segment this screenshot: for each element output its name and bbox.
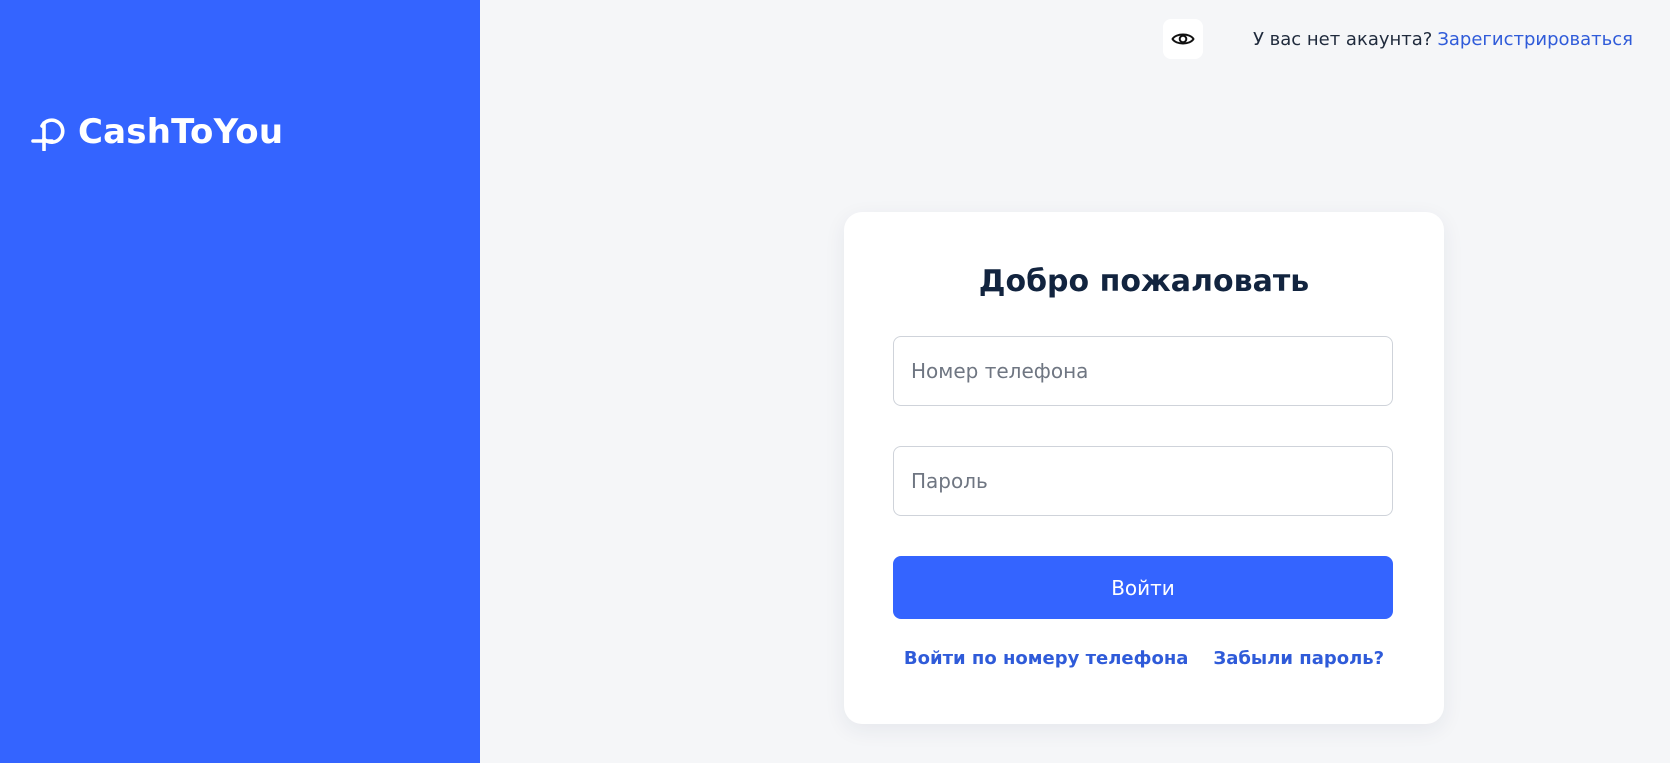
signup-link[interactable]: Зарегистрироваться bbox=[1437, 29, 1633, 50]
ruble-coin-icon bbox=[31, 118, 65, 151]
no-account-text: У вас нет акаунта? bbox=[1252, 28, 1433, 50]
logo[interactable]: CashToYou bbox=[30, 112, 283, 152]
brand-panel: CashToYou bbox=[0, 0, 480, 763]
page-title: Добро пожаловать bbox=[978, 264, 1310, 299]
password-input[interactable] bbox=[893, 446, 1393, 516]
eye-icon bbox=[1171, 33, 1195, 45]
auth-links: Войти по номеру телефона Забыли пароль? bbox=[844, 648, 1444, 669]
login-button[interactable]: Войти bbox=[893, 556, 1393, 619]
theme-toggle-button[interactable] bbox=[1162, 19, 1203, 59]
phone-login-link[interactable]: Войти по номеру телефона bbox=[904, 648, 1189, 669]
phone-input[interactable] bbox=[893, 336, 1393, 406]
login-card: Добро пожаловать Войти Войти по номеру т… bbox=[844, 212, 1444, 724]
top-bar: У вас нет акаунта? Зарегистрироваться bbox=[1162, 19, 1633, 59]
login-page: CashToYou У вас нет акаунта? Зарегистрир… bbox=[0, 0, 1670, 763]
brand-name: CashToYou bbox=[78, 112, 284, 152]
forgot-password-link[interactable]: Забыли пароль? bbox=[1213, 648, 1384, 669]
